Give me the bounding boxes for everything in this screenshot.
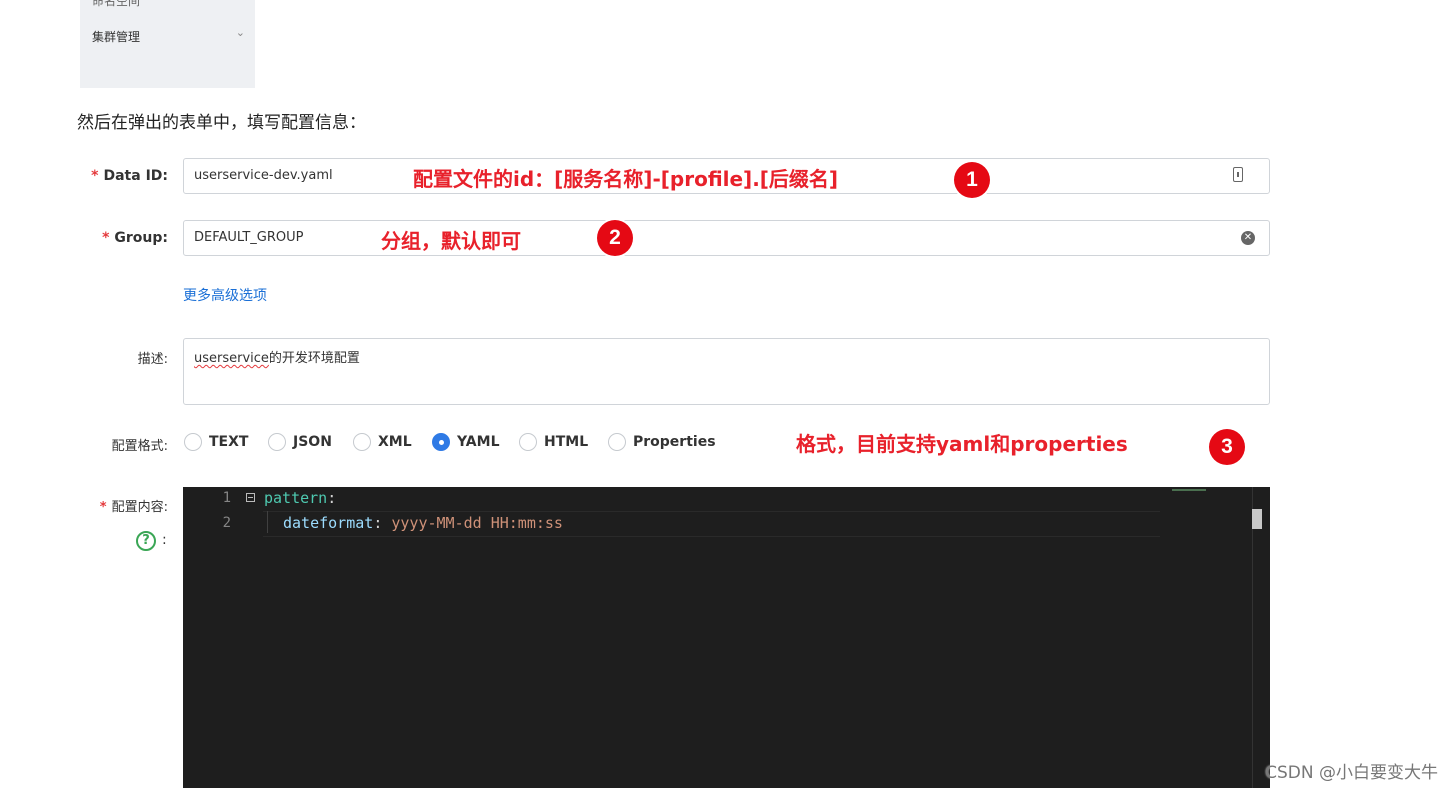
- sidebar-item-cluster-management[interactable]: 集群管理: [92, 28, 140, 45]
- radio-circle[interactable]: [519, 433, 537, 451]
- chevron-down-icon[interactable]: ⌄: [236, 26, 245, 39]
- content-label: * 配置内容:: [99, 500, 168, 515]
- radio-circle-selected[interactable]: [432, 433, 450, 451]
- spellcheck-underline: userservice: [194, 351, 269, 366]
- radio-circle[interactable]: [353, 433, 371, 451]
- fold-toggle-icon[interactable]: [246, 493, 255, 502]
- code-line-2[interactable]: dateformat: yyyy-MM-dd HH:mm:ss: [283, 514, 563, 532]
- data-id-value: userservice-dev.yaml: [194, 168, 333, 183]
- data-id-label: * Data ID:: [91, 168, 168, 184]
- lock-icon[interactable]: [1233, 167, 1243, 182]
- clear-icon[interactable]: ✕: [1241, 231, 1255, 245]
- required-mark: *: [99, 500, 107, 515]
- group-label: * Group:: [102, 230, 168, 246]
- annotation-badge-3: 3: [1209, 429, 1245, 465]
- scrollbar-thumb[interactable]: [1252, 509, 1262, 529]
- radio-circle[interactable]: [268, 433, 286, 451]
- group-input[interactable]: DEFAULT_GROUP ✕: [183, 220, 1270, 256]
- group-value: DEFAULT_GROUP: [194, 230, 304, 245]
- code-line-1[interactable]: pattern:: [264, 489, 336, 507]
- annotation-data-id: 配置文件的id：[服务名称]-[profile].[后缀名]: [413, 167, 839, 191]
- required-mark: *: [91, 168, 99, 184]
- vertical-scrollbar[interactable]: [1252, 487, 1270, 788]
- radio-circle[interactable]: [184, 433, 202, 451]
- watermark: CSDN @小白要变大牛: [1265, 763, 1438, 783]
- format-label: 配置格式:: [111, 439, 168, 454]
- description-value: userservice的开发环境配置: [194, 351, 360, 366]
- description-textarea[interactable]: userservice的开发环境配置: [183, 338, 1270, 405]
- help-icon[interactable]: ?: [136, 531, 156, 551]
- advanced-options-link[interactable]: 更多高级选项: [183, 285, 267, 305]
- minimap[interactable]: [1172, 489, 1206, 491]
- line-number: 1: [222, 490, 231, 506]
- line-number: 2: [222, 515, 231, 531]
- radio-circle[interactable]: [608, 433, 626, 451]
- annotation-group: 分组，默认即可: [381, 229, 521, 253]
- annotation-format: 格式，目前支持yaml和properties: [796, 432, 1128, 456]
- intro-text: 然后在弹出的表单中，填写配置信息：: [77, 113, 366, 133]
- sidebar-fragment: 命名空间 集群管理 ⌄: [80, 0, 255, 88]
- code-editor[interactable]: 1 pattern: 2 dateformat: yyyy-MM-dd HH:m…: [183, 487, 1270, 788]
- sidebar-item-namespace[interactable]: 命名空间: [92, 0, 140, 9]
- annotation-badge-2: 2: [597, 220, 633, 256]
- description-label: 描述:: [137, 352, 168, 367]
- required-mark: *: [102, 230, 110, 246]
- help-colon: :: [162, 532, 167, 548]
- annotation-badge-1: 1: [954, 162, 990, 198]
- indent-guide: [267, 511, 268, 533]
- format-radio-group: TEXT JSON XML YAML HTML Properties: [184, 433, 744, 453]
